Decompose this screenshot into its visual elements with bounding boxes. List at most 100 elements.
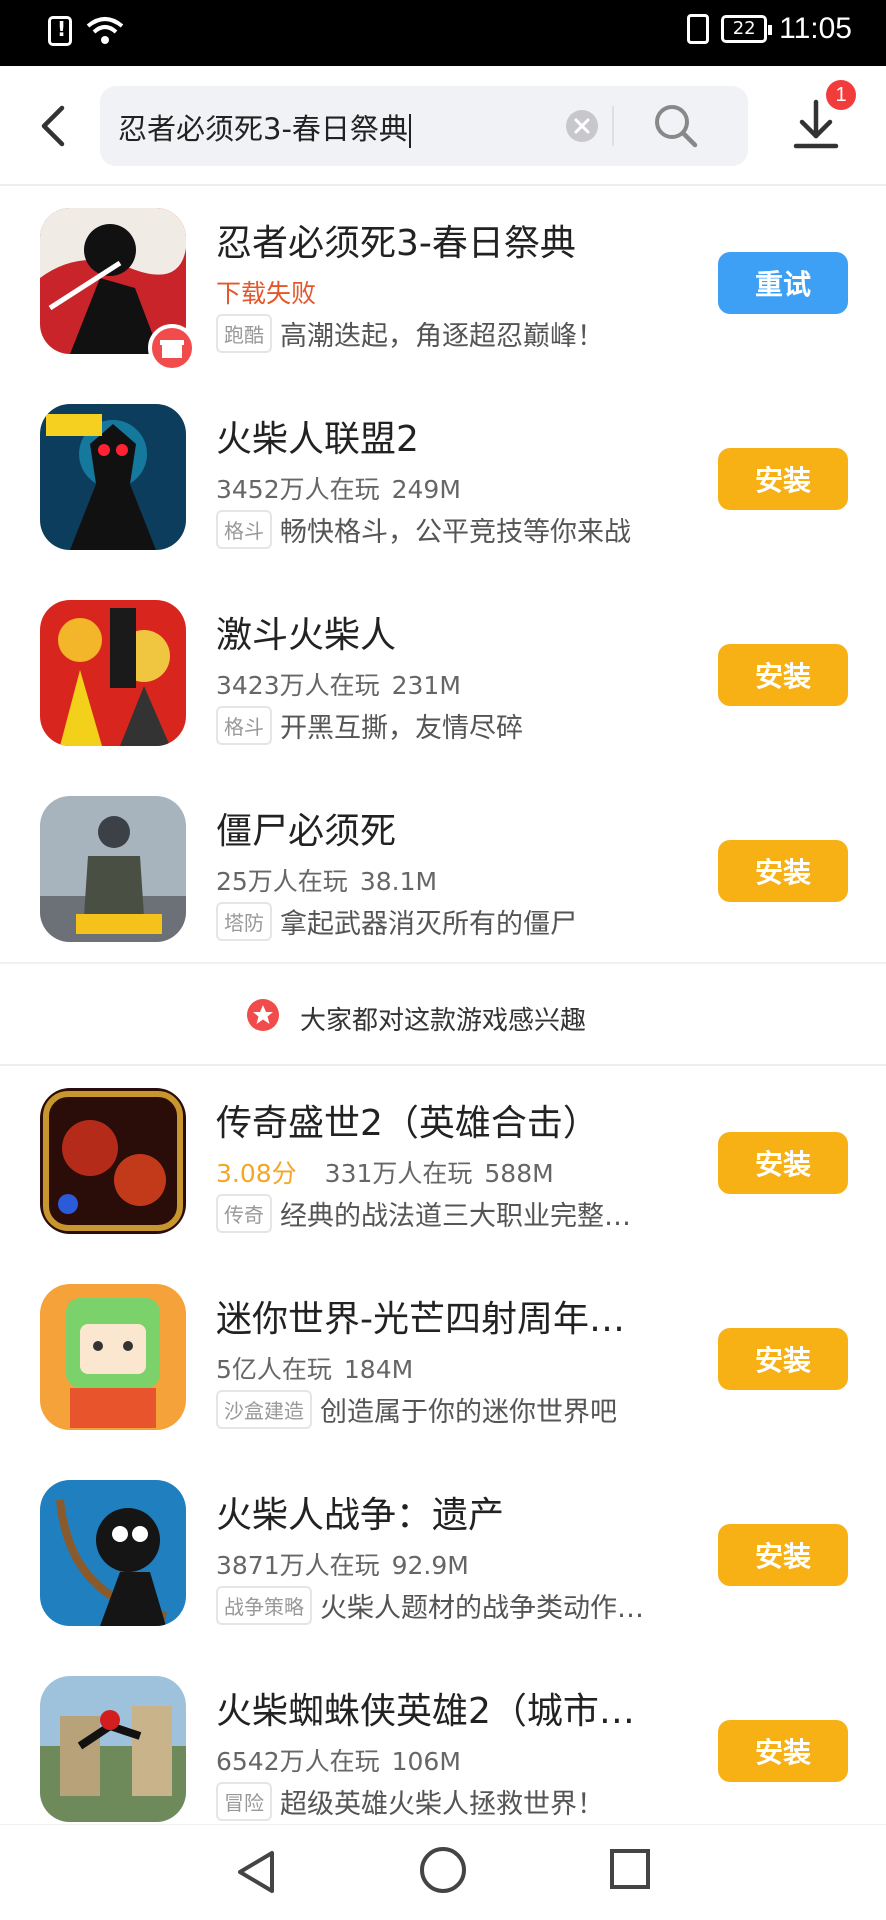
app-size: 249M bbox=[391, 475, 461, 504]
search-input[interactable]: 忍者必须死3-春日祭典 bbox=[118, 106, 411, 148]
install-button[interactable]: 安装 bbox=[718, 840, 848, 902]
app-meta: 3871万人在玩 92.9M bbox=[216, 1546, 469, 1582]
player-count: 331万人在玩 bbox=[324, 1159, 473, 1188]
app-desc-row: 格斗 畅快格斗，公平竞技等你来战 bbox=[216, 510, 631, 549]
app-title[interactable]: 迷你世界-光芒四射周年… bbox=[216, 1290, 625, 1342]
download-count-badge: 1 bbox=[826, 80, 856, 110]
player-count: 3452万人在玩 bbox=[216, 475, 380, 504]
vibrate-icon bbox=[687, 14, 710, 44]
player-count: 25万人在玩 bbox=[216, 867, 348, 896]
sim-alert-icon bbox=[48, 16, 72, 46]
nav-home-icon[interactable] bbox=[420, 1847, 466, 1893]
app-desc-row: 格斗 开黑互撕，友情尽碎 bbox=[216, 706, 523, 745]
install-button[interactable]: 安装 bbox=[718, 1132, 848, 1194]
list-item[interactable]: 传奇盛世2（英雄合击） 3.08分 331万人在玩 588M 传奇 经典的战法道三大… bbox=[0, 1066, 886, 1262]
app-meta: 25万人在玩 38.1M bbox=[216, 862, 437, 898]
category-tag: 传奇 bbox=[216, 1194, 272, 1233]
category-tag: 战争策略 bbox=[216, 1586, 312, 1625]
app-desc: 火柴人题材的战争类动作… bbox=[320, 1593, 644, 1624]
nav-back-icon[interactable] bbox=[232, 1847, 280, 1897]
retry-button[interactable]: 重试 bbox=[718, 252, 848, 314]
app-icon-stick-fight bbox=[40, 600, 186, 746]
category-tag: 格斗 bbox=[216, 510, 272, 549]
wifi-icon bbox=[86, 17, 124, 44]
app-size: 588M bbox=[484, 1159, 554, 1188]
list-item[interactable]: 激斗火柴人 3423万人在玩 231M 格斗 开黑互撕，友情尽碎 安装 bbox=[0, 578, 886, 774]
app-icon-legend bbox=[40, 1088, 186, 1234]
app-desc: 高潮迭起，角逐超忍巅峰！ bbox=[280, 321, 604, 352]
app-meta: 6542万人在玩 106M bbox=[216, 1742, 461, 1778]
app-desc: 拿起武器消灭所有的僵尸 bbox=[280, 909, 577, 940]
list-item[interactable]: 僵尸必须死 25万人在玩 38.1M 塔防 拿起武器消灭所有的僵尸 安装 bbox=[0, 774, 886, 970]
list-item[interactable]: 火柴蜘蛛侠英雄2（城市… 6542万人在玩 106M 冒险 超级英雄火柴人拯救世界… bbox=[0, 1654, 886, 1850]
category-tag: 格斗 bbox=[216, 706, 272, 745]
search-divider bbox=[612, 106, 614, 146]
list-item[interactable]: 火柴人联盟2 3452万人在玩 249M 格斗 畅快格斗，公平竞技等你来战 安装 bbox=[0, 382, 886, 578]
app-icon-spider-stick bbox=[40, 1676, 186, 1822]
rating-score: 3.08分 bbox=[216, 1159, 297, 1188]
app-icon-stick-war bbox=[40, 1480, 186, 1626]
app-size: 184M bbox=[343, 1355, 414, 1384]
badge-star-icon bbox=[247, 999, 279, 1031]
category-tag: 塔防 bbox=[216, 902, 272, 941]
app-title[interactable]: 火柴人联盟2 bbox=[216, 410, 419, 462]
app-desc-row: 跑酷 高潮迭起，角逐超忍巅峰！ bbox=[216, 314, 604, 353]
app-icon-mini-world bbox=[40, 1284, 186, 1430]
clear-icon[interactable] bbox=[566, 110, 598, 142]
app-title[interactable]: 传奇盛世2（英雄合击） bbox=[216, 1094, 599, 1146]
app-desc: 创造属于你的迷你世界吧 bbox=[320, 1397, 617, 1428]
battery-icon: 22 bbox=[721, 15, 773, 43]
app-meta: 3452万人在玩 249M bbox=[216, 470, 461, 506]
search-header: 忍者必须死3-春日祭典 1 bbox=[0, 66, 886, 186]
back-arrow-icon[interactable] bbox=[30, 98, 80, 154]
app-meta: 下载失败 bbox=[216, 274, 316, 310]
player-count: 6542万人在玩 bbox=[216, 1747, 380, 1776]
app-size: 106M bbox=[391, 1747, 461, 1776]
player-count: 3871万人在玩 bbox=[216, 1551, 380, 1580]
player-count: 3423万人在玩 bbox=[216, 671, 380, 700]
install-button[interactable]: 安装 bbox=[718, 644, 848, 706]
clock: 11:05 bbox=[779, 12, 852, 45]
nav-recents-icon[interactable] bbox=[610, 1849, 650, 1889]
install-button[interactable]: 安装 bbox=[718, 1720, 848, 1782]
app-desc: 超级英雄火柴人拯救世界！ bbox=[280, 1789, 604, 1820]
search-icon[interactable] bbox=[652, 102, 700, 150]
interest-label: 大家都对这款游戏感兴趣 bbox=[300, 1006, 587, 1036]
app-meta: 3423万人在玩 231M bbox=[216, 666, 461, 702]
install-button[interactable]: 安装 bbox=[718, 448, 848, 510]
app-title[interactable]: 忍者必须死3-春日祭典 bbox=[216, 214, 576, 266]
category-tag: 跑酷 bbox=[216, 314, 272, 353]
app-meta: 3.08分 331万人在玩 588M bbox=[216, 1154, 554, 1190]
app-icon-stick-league bbox=[40, 404, 186, 550]
app-size: 231M bbox=[391, 671, 461, 700]
app-desc-row: 战争策略 火柴人题材的战争类动作… bbox=[216, 1586, 644, 1625]
app-desc-row: 传奇 经典的战法道三大职业完整重… bbox=[216, 1194, 650, 1233]
list-item[interactable]: 火柴人战争：遗产 3871万人在玩 92.9M 战争策略 火柴人题材的战争类动作…… bbox=[0, 1458, 886, 1654]
app-desc-row: 沙盒建造 创造属于你的迷你世界吧 bbox=[216, 1390, 617, 1429]
app-title[interactable]: 激斗火柴人 bbox=[216, 606, 396, 658]
category-tag: 沙盒建造 bbox=[216, 1390, 312, 1429]
search-box[interactable]: 忍者必须死3-春日祭典 bbox=[100, 86, 748, 166]
install-button[interactable]: 安装 bbox=[718, 1524, 848, 1586]
gift-icon bbox=[148, 324, 196, 372]
app-title[interactable]: 火柴蜘蛛侠英雄2（城市… bbox=[216, 1682, 635, 1734]
app-desc: 开黑互撕，友情尽碎 bbox=[280, 713, 523, 744]
download-failed-status: 下载失败 bbox=[216, 279, 317, 308]
status-bar: 22 11:05 bbox=[0, 0, 886, 66]
system-nav-bar bbox=[0, 1824, 886, 1920]
install-button[interactable]: 安装 bbox=[718, 1328, 848, 1390]
app-title[interactable]: 火柴人战争：遗产 bbox=[216, 1486, 504, 1538]
app-desc: 畅快格斗，公平竞技等你来战 bbox=[280, 517, 631, 548]
list-item[interactable]: 迷你世界-光芒四射周年… 5亿人在玩 184M 沙盒建造 创造属于你的迷你世界吧 … bbox=[0, 1262, 886, 1458]
app-size: 92.9M bbox=[391, 1551, 469, 1580]
player-count: 5亿人在玩 bbox=[216, 1355, 332, 1384]
app-icon-zombie bbox=[40, 796, 186, 942]
text-cursor bbox=[408, 114, 411, 148]
category-tag: 冒险 bbox=[216, 1782, 272, 1821]
app-desc: 经典的战法道三大职业完整重… bbox=[280, 1201, 650, 1232]
app-title[interactable]: 僵尸必须死 bbox=[216, 802, 396, 854]
app-meta: 5亿人在玩 184M bbox=[216, 1350, 413, 1386]
interest-banner: 大家都对这款游戏感兴趣 bbox=[0, 962, 886, 1066]
list-item[interactable]: 忍者必须死3-春日祭典 下载失败 跑酷 高潮迭起，角逐超忍巅峰！ 重试 bbox=[0, 186, 886, 382]
app-size: 38.1M bbox=[359, 867, 438, 896]
